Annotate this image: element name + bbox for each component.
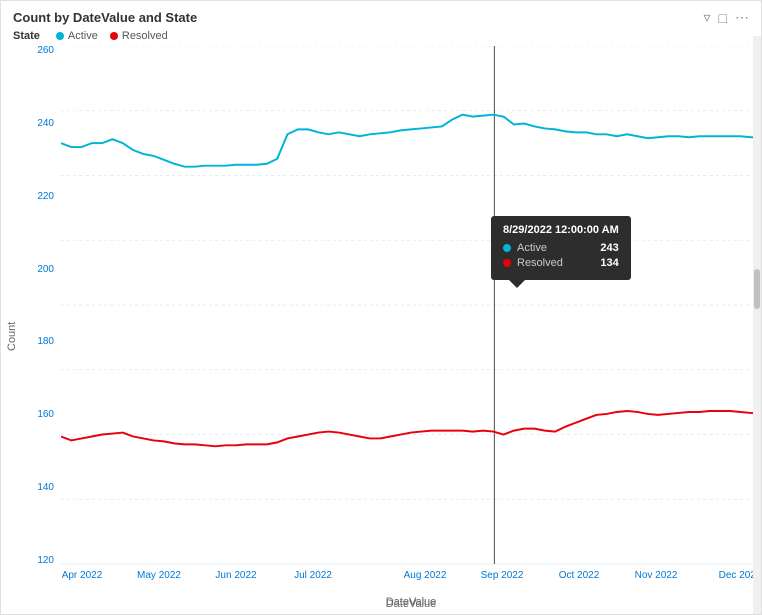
legend-label-resolved: Resolved (122, 30, 168, 42)
x-tick-jul: Jul 2022 (294, 570, 332, 581)
x-tick-jun: Jun 2022 (215, 570, 256, 581)
y-axis-label: Count (1, 46, 23, 596)
chart-container: Count by DateValue and State ▿ □ ⋯ State… (0, 0, 762, 615)
expand-icon[interactable]: □ (719, 10, 727, 26)
y-tick-160: 160 (37, 410, 54, 420)
filter-icon[interactable]: ▿ (704, 9, 711, 26)
y-tick-140: 140 (37, 483, 54, 493)
x-tick-apr: Apr 2022 (62, 570, 103, 581)
chart-svg (61, 46, 761, 566)
y-tick-180: 180 (37, 337, 54, 347)
more-icon[interactable]: ⋯ (735, 9, 749, 26)
x-tick-sep: Sep 2022 (481, 570, 524, 581)
svg-area: 8/29/2022 12:00:00 AM Active 243 Resolve… (61, 46, 761, 566)
scrollbar[interactable] (753, 36, 761, 614)
legend-item-active: Active (56, 30, 98, 42)
legend-item-resolved: Resolved (110, 30, 168, 42)
chart-body: Count 260 240 220 200 180 160 140 120 (1, 46, 761, 596)
x-tick-aug: Aug 2022 (404, 570, 447, 581)
y-axis: 260 240 220 200 180 160 140 120 (23, 46, 58, 566)
x-axis: Apr 2022 May 2022 Jun 2022 Jul 2022 Aug … (61, 566, 761, 596)
legend-dot-resolved (110, 32, 118, 40)
x-tick-may: May 2022 (137, 570, 181, 581)
y-tick-200: 200 (37, 265, 54, 275)
x-tick-nov: Nov 2022 (635, 570, 678, 581)
chart-header: Count by DateValue and State ▿ □ ⋯ (1, 1, 761, 28)
y-tick-220: 220 (37, 192, 54, 202)
legend-state-label: State (13, 30, 40, 42)
chart-icons: ▿ □ ⋯ (704, 9, 750, 26)
y-tick-260: 260 (37, 46, 54, 56)
y-tick-120: 120 (37, 556, 54, 566)
legend-label-active: Active (68, 30, 98, 42)
y-tick-240: 240 (37, 119, 54, 129)
legend: State Active Resolved (1, 28, 761, 46)
scrollbar-thumb[interactable] (754, 269, 760, 309)
x-axis-label: DateValue (61, 598, 761, 612)
x-tick-oct: Oct 2022 (559, 570, 600, 581)
legend-dot-active (56, 32, 64, 40)
chart-title: Count by DateValue and State (13, 10, 197, 25)
chart-plot-area[interactable]: 260 240 220 200 180 160 140 120 (23, 46, 761, 596)
